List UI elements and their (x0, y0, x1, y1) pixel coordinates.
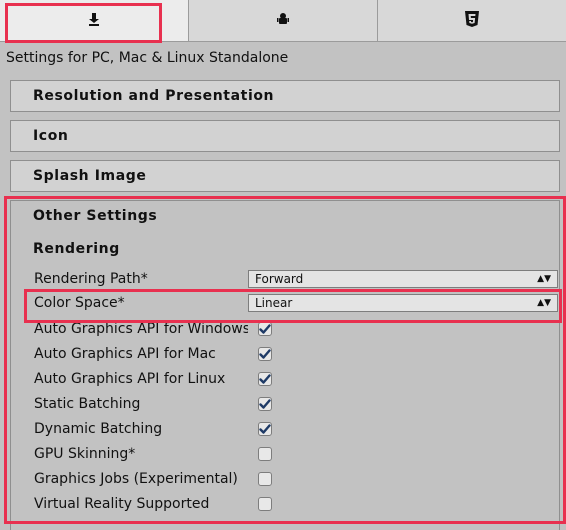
section-icon[interactable]: Icon (10, 120, 560, 152)
toggle-label: Auto Graphics API for Mac (34, 346, 216, 362)
rendering-path-label: Rendering Path* (34, 271, 148, 287)
checkmark-icon (259, 424, 271, 434)
checkbox[interactable] (258, 347, 272, 361)
android-icon (276, 11, 290, 30)
toggle-row-dynamic-batching: Dynamic Batching (34, 418, 559, 440)
toggle-row-graphics-jobs: Graphics Jobs (Experimental) (34, 468, 559, 490)
toggle-row-static-batching: Static Batching (34, 393, 559, 415)
toggle-row-vr-supported: Virtual Reality Supported (34, 493, 559, 515)
checkbox[interactable] (258, 497, 272, 511)
tab-standalone[interactable] (0, 0, 189, 41)
color-space-row: Color Space* Linear ▲▼ (34, 292, 559, 314)
checkmark-icon (259, 399, 271, 409)
section-resolution[interactable]: Resolution and Presentation (10, 80, 560, 112)
toggle-label: Graphics Jobs (Experimental) (34, 471, 238, 487)
toggle-label: Dynamic Batching (34, 421, 163, 437)
checkbox[interactable] (258, 422, 272, 436)
toggle-row-auto-api-mac: Auto Graphics API for Mac (34, 343, 559, 365)
download-icon (87, 11, 101, 30)
color-space-value: Linear (255, 296, 293, 310)
toggle-label: Static Batching (34, 396, 141, 412)
section-splash-label: Splash Image (33, 168, 147, 184)
toggle-label: Auto Graphics API for Linux (34, 371, 226, 387)
toggle-label: GPU Skinning* (34, 446, 136, 462)
dropdown-arrows-icon: ▲▼ (537, 274, 551, 284)
rendering-path-dropdown[interactable]: Forward ▲▼ (248, 270, 558, 288)
section-icon-label: Icon (33, 128, 69, 144)
section-resolution-label: Resolution and Presentation (33, 88, 275, 104)
section-other-label: Other Settings (33, 208, 158, 224)
checkbox[interactable] (258, 322, 272, 336)
dropdown-arrows-icon: ▲▼ (537, 298, 551, 308)
toggle-label: Auto Graphics API for Windows (34, 321, 248, 337)
checkbox[interactable] (258, 397, 272, 411)
toggle-row-gpu-skinning: GPU Skinning* (34, 443, 559, 465)
toggle-row-auto-api-linux: Auto Graphics API for Linux (34, 368, 559, 390)
toggle-label: Virtual Reality Supported (34, 496, 210, 512)
platform-tabs (0, 0, 566, 42)
checkbox[interactable] (258, 447, 272, 461)
rendering-heading: Rendering (33, 241, 120, 257)
rendering-path-value: Forward (255, 272, 304, 286)
checkbox[interactable] (258, 472, 272, 486)
section-splash[interactable]: Splash Image (10, 160, 560, 192)
html5-icon (464, 10, 480, 32)
toggle-row-auto-api-windows: Auto Graphics API for Windows (34, 318, 559, 340)
tab-android[interactable] (189, 0, 378, 41)
checkmark-icon (259, 349, 271, 359)
rendering-path-row: Rendering Path* Forward ▲▼ (34, 268, 559, 290)
color-space-dropdown[interactable]: Linear ▲▼ (248, 294, 558, 312)
checkmark-icon (259, 374, 271, 384)
color-space-label: Color Space* (34, 295, 125, 311)
checkmark-icon (259, 324, 271, 334)
tab-webgl[interactable] (378, 0, 566, 41)
checkbox[interactable] (258, 372, 272, 386)
platform-title: Settings for PC, Mac & Linux Standalone (6, 50, 289, 66)
